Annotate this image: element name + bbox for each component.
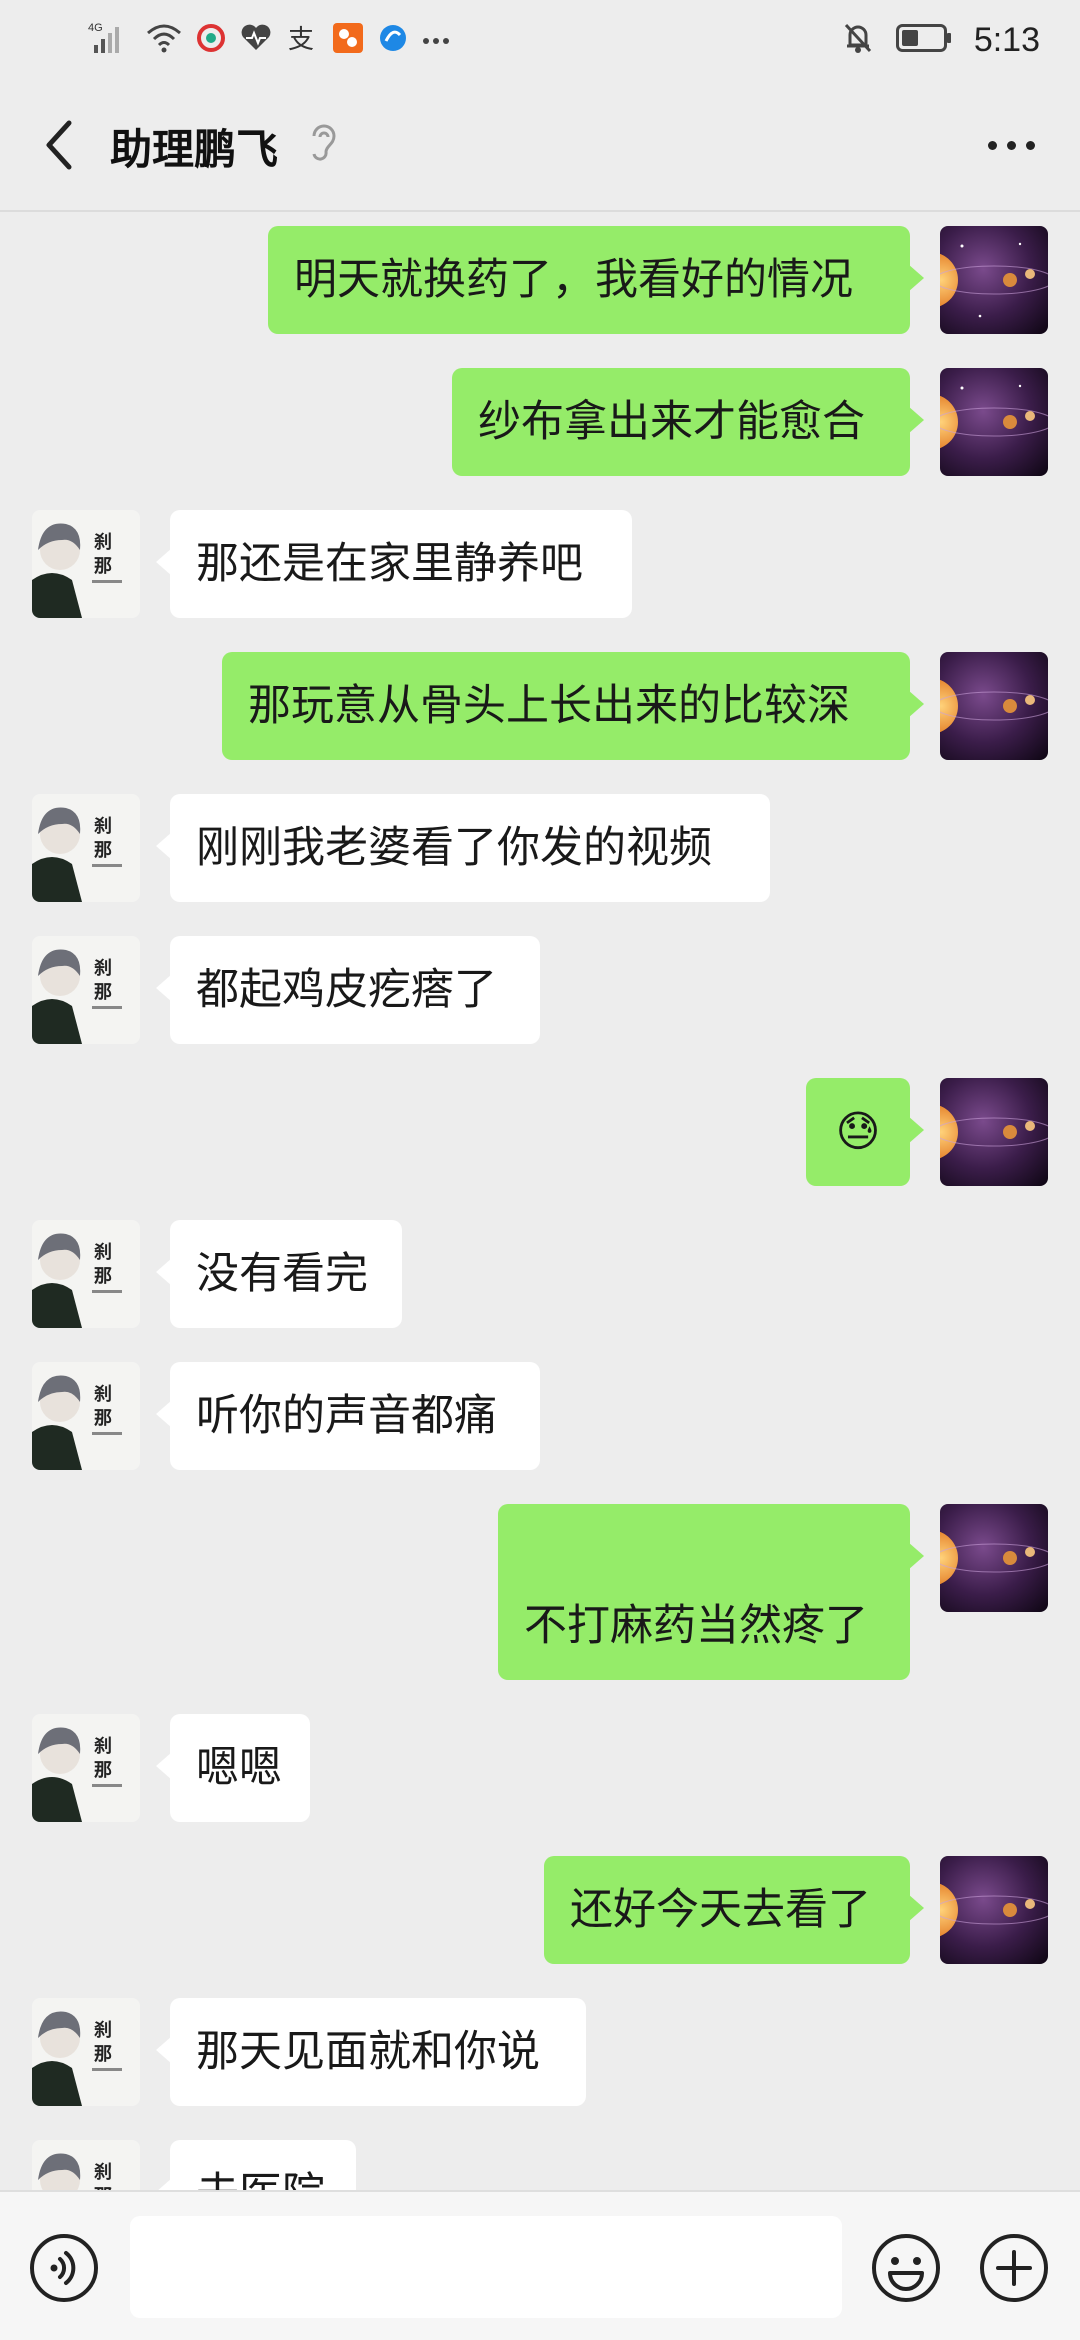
contact-avatar[interactable]: 刹那 — [32, 510, 140, 618]
status-bar: 4G 支 5:13 — [0, 0, 1080, 80]
more-button[interactable] — [976, 120, 1046, 170]
contact-avatar[interactable]: 刹那 — [32, 1714, 140, 1822]
svg-text:刹: 刹 — [94, 1736, 112, 1757]
chat-title: 助理鹏飞 — [110, 125, 279, 174]
app-orange-icon — [332, 22, 364, 58]
more-dot — [1006, 140, 1016, 150]
more-dot — [1025, 140, 1035, 150]
svg-text:那: 那 — [94, 982, 112, 1003]
my-avatar[interactable] — [940, 1504, 1048, 1612]
more-dot — [987, 140, 997, 150]
message-bubble-sent[interactable]: 那玩意从骨头上长出来的比较深 — [222, 652, 924, 760]
wifi-icon — [146, 23, 182, 57]
voice-button[interactable] — [28, 2232, 100, 2308]
svg-text:那: 那 — [94, 556, 112, 577]
message-bubble-received[interactable]: 刚刚我老婆看了你发的视频 — [156, 794, 770, 902]
message-bubble-received[interactable]: 没有看完 — [156, 1220, 402, 1328]
svg-text:那: 那 — [94, 1760, 112, 1781]
contact-avatar[interactable]: 刹那 — [32, 794, 140, 902]
voice-icon — [30, 2234, 98, 2302]
my-avatar[interactable] — [940, 368, 1048, 476]
mute-bell-icon — [842, 21, 874, 59]
browser-icon — [378, 23, 408, 57]
message-bubble-sent[interactable]: 不打麻药当然疼了 — [498, 1504, 924, 1680]
status-right: 5:13 — [842, 14, 1040, 66]
back-button[interactable] — [28, 110, 88, 180]
my-avatar[interactable] — [940, 1856, 1048, 1964]
heart-icon — [240, 23, 272, 57]
message-bubble-sent[interactable]: 😓 — [806, 1078, 924, 1186]
message-bubble-received[interactable]: 那还是在家里静养吧 — [156, 510, 632, 618]
message-bubble-received[interactable]: 嗯嗯 — [156, 1714, 310, 1822]
message-bubble-sent[interactable]: 明天就换药了，我看好的情况 — [268, 226, 924, 334]
emoji-icon — [872, 2234, 940, 2302]
svg-text:那: 那 — [94, 840, 112, 861]
svg-text:那: 那 — [94, 1266, 112, 1287]
contact-avatar[interactable]: 刹那 — [32, 2140, 140, 2190]
message-input[interactable] — [130, 2216, 842, 2318]
svg-text:4G: 4G — [88, 22, 103, 34]
ear-icon — [308, 120, 338, 168]
contact-avatar[interactable]: 刹那 — [32, 1362, 140, 1470]
more-dots-icon — [422, 31, 450, 50]
plus-button[interactable] — [978, 2232, 1050, 2308]
svg-text:刹: 刹 — [94, 1242, 112, 1263]
signal-icon: 4G — [88, 21, 132, 59]
my-avatar[interactable] — [940, 652, 1048, 760]
plus-icon — [980, 2234, 1048, 2302]
alipay-icon: 支 — [286, 22, 318, 58]
svg-text:刹: 刹 — [94, 532, 112, 553]
message-bubble-received[interactable]: 都起鸡皮疙瘩了 — [156, 936, 540, 1044]
message-bubble-received[interactable]: 那天见面就和你说 — [156, 1998, 586, 2106]
input-bar — [0, 2190, 1080, 2340]
contact-avatar[interactable]: 刹那 — [32, 1998, 140, 2106]
status-time: 5:13 — [973, 20, 1040, 59]
contact-avatar[interactable]: 刹那 — [32, 936, 140, 1044]
my-avatar[interactable] — [940, 1078, 1048, 1186]
message-bubble-received[interactable]: 听你的声音都痛 — [156, 1362, 540, 1470]
my-avatar[interactable] — [940, 226, 1048, 334]
app-icon — [196, 23, 226, 57]
svg-text:刹: 刹 — [94, 2162, 112, 2183]
svg-text:刹: 刹 — [94, 1384, 112, 1405]
message-bubble-sent[interactable]: 还好今天去看了 — [544, 1856, 924, 1964]
svg-text:那: 那 — [94, 2044, 112, 2065]
message-bubble-sent[interactable]: 纱布拿出来才能愈合 — [452, 368, 924, 476]
emoji-button[interactable] — [870, 2232, 942, 2308]
status-left: 4G 支 — [88, 14, 450, 66]
chevron-left-icon — [46, 120, 72, 170]
battery-icon — [895, 23, 952, 57]
svg-text:支: 支 — [288, 25, 314, 54]
message-bubble-received[interactable]: 去医院 — [156, 2140, 356, 2190]
message-list[interactable]: 明天就换药了，我看好的情况 纱布拿出来才能愈合 刹那 那还是在家里静养吧 那玩意… — [0, 212, 1080, 2190]
svg-text:刹: 刹 — [94, 958, 112, 979]
svg-text:刹: 刹 — [94, 2020, 112, 2041]
contact-avatar[interactable]: 刹那 — [32, 1220, 140, 1328]
svg-text:那: 那 — [94, 1408, 112, 1429]
chat-header: 助理鹏飞 — [0, 80, 1080, 210]
svg-text:刹: 刹 — [94, 816, 112, 837]
